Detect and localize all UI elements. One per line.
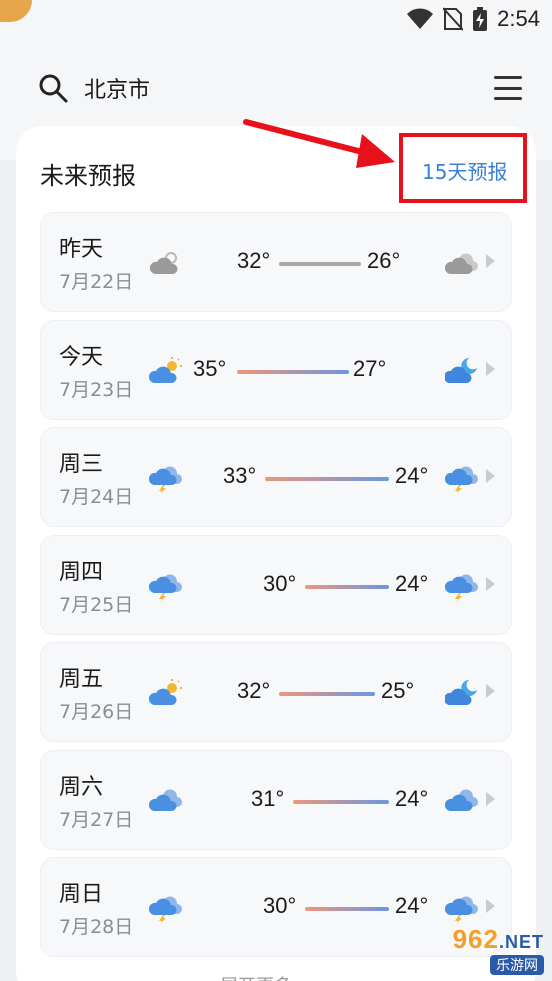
- forecast-day: 今天: [59, 345, 104, 370]
- cloudy-icon: [148, 786, 183, 816]
- forecast-high-temp: 35°: [193, 356, 227, 381]
- partly-sunny-icon: [148, 356, 183, 386]
- forecast-low-temp: 24°: [395, 893, 429, 918]
- partly-cloudy-gray-icon: [149, 248, 183, 278]
- temperature-range-bar: [279, 262, 361, 266]
- chevron-right-icon: [486, 684, 495, 698]
- cloudy-icon: [444, 786, 479, 816]
- forecast-day: 周三: [59, 452, 104, 477]
- app-screen: 2:54 北京市 未来预报 15天预报 昨天 7月22日 32° 26° 今天 …: [0, 0, 552, 981]
- temperature-range-bar: [293, 800, 389, 804]
- temperature-range-bar: [305, 585, 389, 589]
- forecast-date: 7月23日: [59, 379, 134, 401]
- forecast-low-temp: 24°: [395, 786, 429, 811]
- forecast-high-temp: 31°: [251, 786, 285, 811]
- thunderstorm-icon: [148, 893, 183, 924]
- menu-icon[interactable]: [494, 76, 522, 100]
- city-name[interactable]: 北京市: [84, 72, 494, 104]
- forecast-date: 7月28日: [59, 916, 134, 938]
- forecast-row[interactable]: 周四 7月25日 30° 24°: [40, 535, 512, 635]
- watermark-logo: 962.NET 乐游网: [453, 924, 544, 975]
- forecast-row[interactable]: 昨天 7月22日 32° 26°: [40, 212, 512, 312]
- forecast-date: 7月27日: [59, 809, 134, 831]
- temperature-range-bar: [305, 907, 389, 911]
- forecast-low-temp: 24°: [395, 463, 429, 488]
- chevron-right-icon: [486, 362, 495, 376]
- chevron-right-icon: [486, 254, 495, 268]
- annotation-highlight-box: [399, 133, 527, 203]
- status-icons: 2:54: [407, 6, 540, 32]
- forecast-row[interactable]: 今天 7月23日 35° 27°: [40, 320, 512, 420]
- expand-more-text[interactable]: 展开更多: [220, 972, 292, 981]
- forecast-day: 周日: [59, 882, 104, 907]
- search-icon[interactable]: [38, 73, 68, 103]
- app-header: 北京市: [38, 66, 522, 110]
- thunderstorm-icon: [444, 893, 479, 924]
- battery-charging-icon: [473, 7, 488, 31]
- chevron-right-icon: [486, 792, 495, 806]
- forecast-high-temp: 30°: [263, 893, 297, 918]
- forecast-row[interactable]: 周六 7月27日 31° 24°: [40, 750, 512, 850]
- forecast-day: 周六: [59, 775, 104, 800]
- chevron-right-icon: [486, 899, 495, 913]
- forecast-day: 周五: [59, 667, 104, 692]
- forecast-high-temp: 30°: [263, 571, 297, 596]
- forecast-date: 7月26日: [59, 701, 134, 723]
- forecast-row[interactable]: 周日 7月28日 30° 24°: [40, 857, 512, 957]
- status-time: 2:54: [497, 6, 540, 31]
- forecast-high-temp: 32°: [237, 678, 271, 703]
- temperature-range-bar: [279, 692, 375, 696]
- no-sim-icon: [443, 7, 464, 31]
- forecast-row[interactable]: 周三 7月24日 33° 24°: [40, 427, 512, 527]
- thunderstorm-icon: [148, 571, 183, 602]
- wifi-icon: [407, 8, 434, 29]
- watermark-net: .NET: [498, 932, 544, 952]
- forecast-date: 7月24日: [59, 486, 134, 508]
- forecast-low-temp: 27°: [353, 356, 387, 381]
- forecast-low-temp: 25°: [381, 678, 415, 703]
- temperature-range-bar: [237, 370, 349, 374]
- thunderstorm-icon: [444, 571, 479, 602]
- forecast-date: 7月22日: [59, 271, 134, 293]
- forecast-low-temp: 26°: [367, 248, 401, 273]
- status-bar: 2:54: [0, 0, 552, 38]
- chevron-right-icon: [486, 577, 495, 591]
- partly-sunny-icon: [148, 678, 183, 708]
- chevron-right-icon: [486, 469, 495, 483]
- status-indicator: [0, 0, 32, 22]
- thunderstorm-icon: [148, 463, 183, 494]
- thunderstorm-icon: [444, 463, 479, 494]
- moon-cloud-icon: [443, 678, 479, 708]
- forecast-high-temp: 33°: [223, 463, 257, 488]
- watermark-brand: 962: [452, 924, 499, 954]
- forecast-low-temp: 24°: [395, 571, 429, 596]
- forecast-card: 未来预报 15天预报 昨天 7月22日 32° 26° 今天 7月23日 35°…: [16, 126, 536, 981]
- temperature-range-bar: [265, 477, 389, 481]
- forecast-day: 周四: [59, 560, 104, 585]
- moon-cloud-icon: [443, 356, 479, 386]
- forecast-row[interactable]: 周五 7月26日 32° 25°: [40, 642, 512, 742]
- forecast-day: 昨天: [59, 237, 104, 262]
- forecast-title: 未来预报: [40, 162, 136, 190]
- forecast-date: 7月25日: [59, 594, 134, 616]
- annotation-arrow: [243, 119, 395, 168]
- watermark-sub: 乐游网: [490, 955, 544, 975]
- cloudy-gray-icon: [444, 248, 479, 278]
- forecast-high-temp: 32°: [237, 248, 271, 273]
